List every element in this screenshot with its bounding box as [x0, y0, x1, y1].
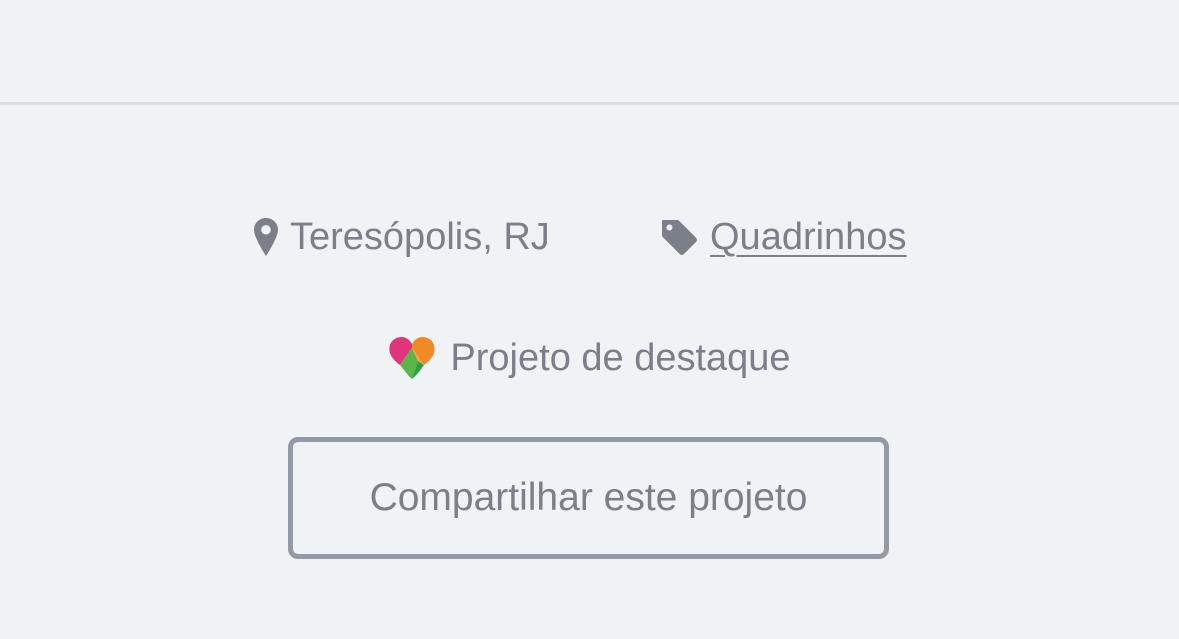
- location-label: Teresópolis, RJ: [290, 215, 550, 258]
- project-meta: Teresópolis, RJ Quadrinhos: [0, 212, 1179, 262]
- project-location: Teresópolis, RJ: [254, 212, 550, 262]
- featured-label: Projeto de destaque: [450, 336, 791, 379]
- section-divider: [0, 102, 1179, 105]
- featured-badge: Projeto de destaque: [0, 333, 1179, 383]
- share-project-button[interactable]: Compartilhar este projeto: [288, 437, 889, 559]
- map-pin-icon: [254, 218, 278, 256]
- category-link[interactable]: Quadrinhos: [660, 212, 906, 262]
- category-label: Quadrinhos: [710, 215, 907, 258]
- featured-heart-icon: [388, 336, 436, 380]
- tag-icon: [660, 218, 698, 256]
